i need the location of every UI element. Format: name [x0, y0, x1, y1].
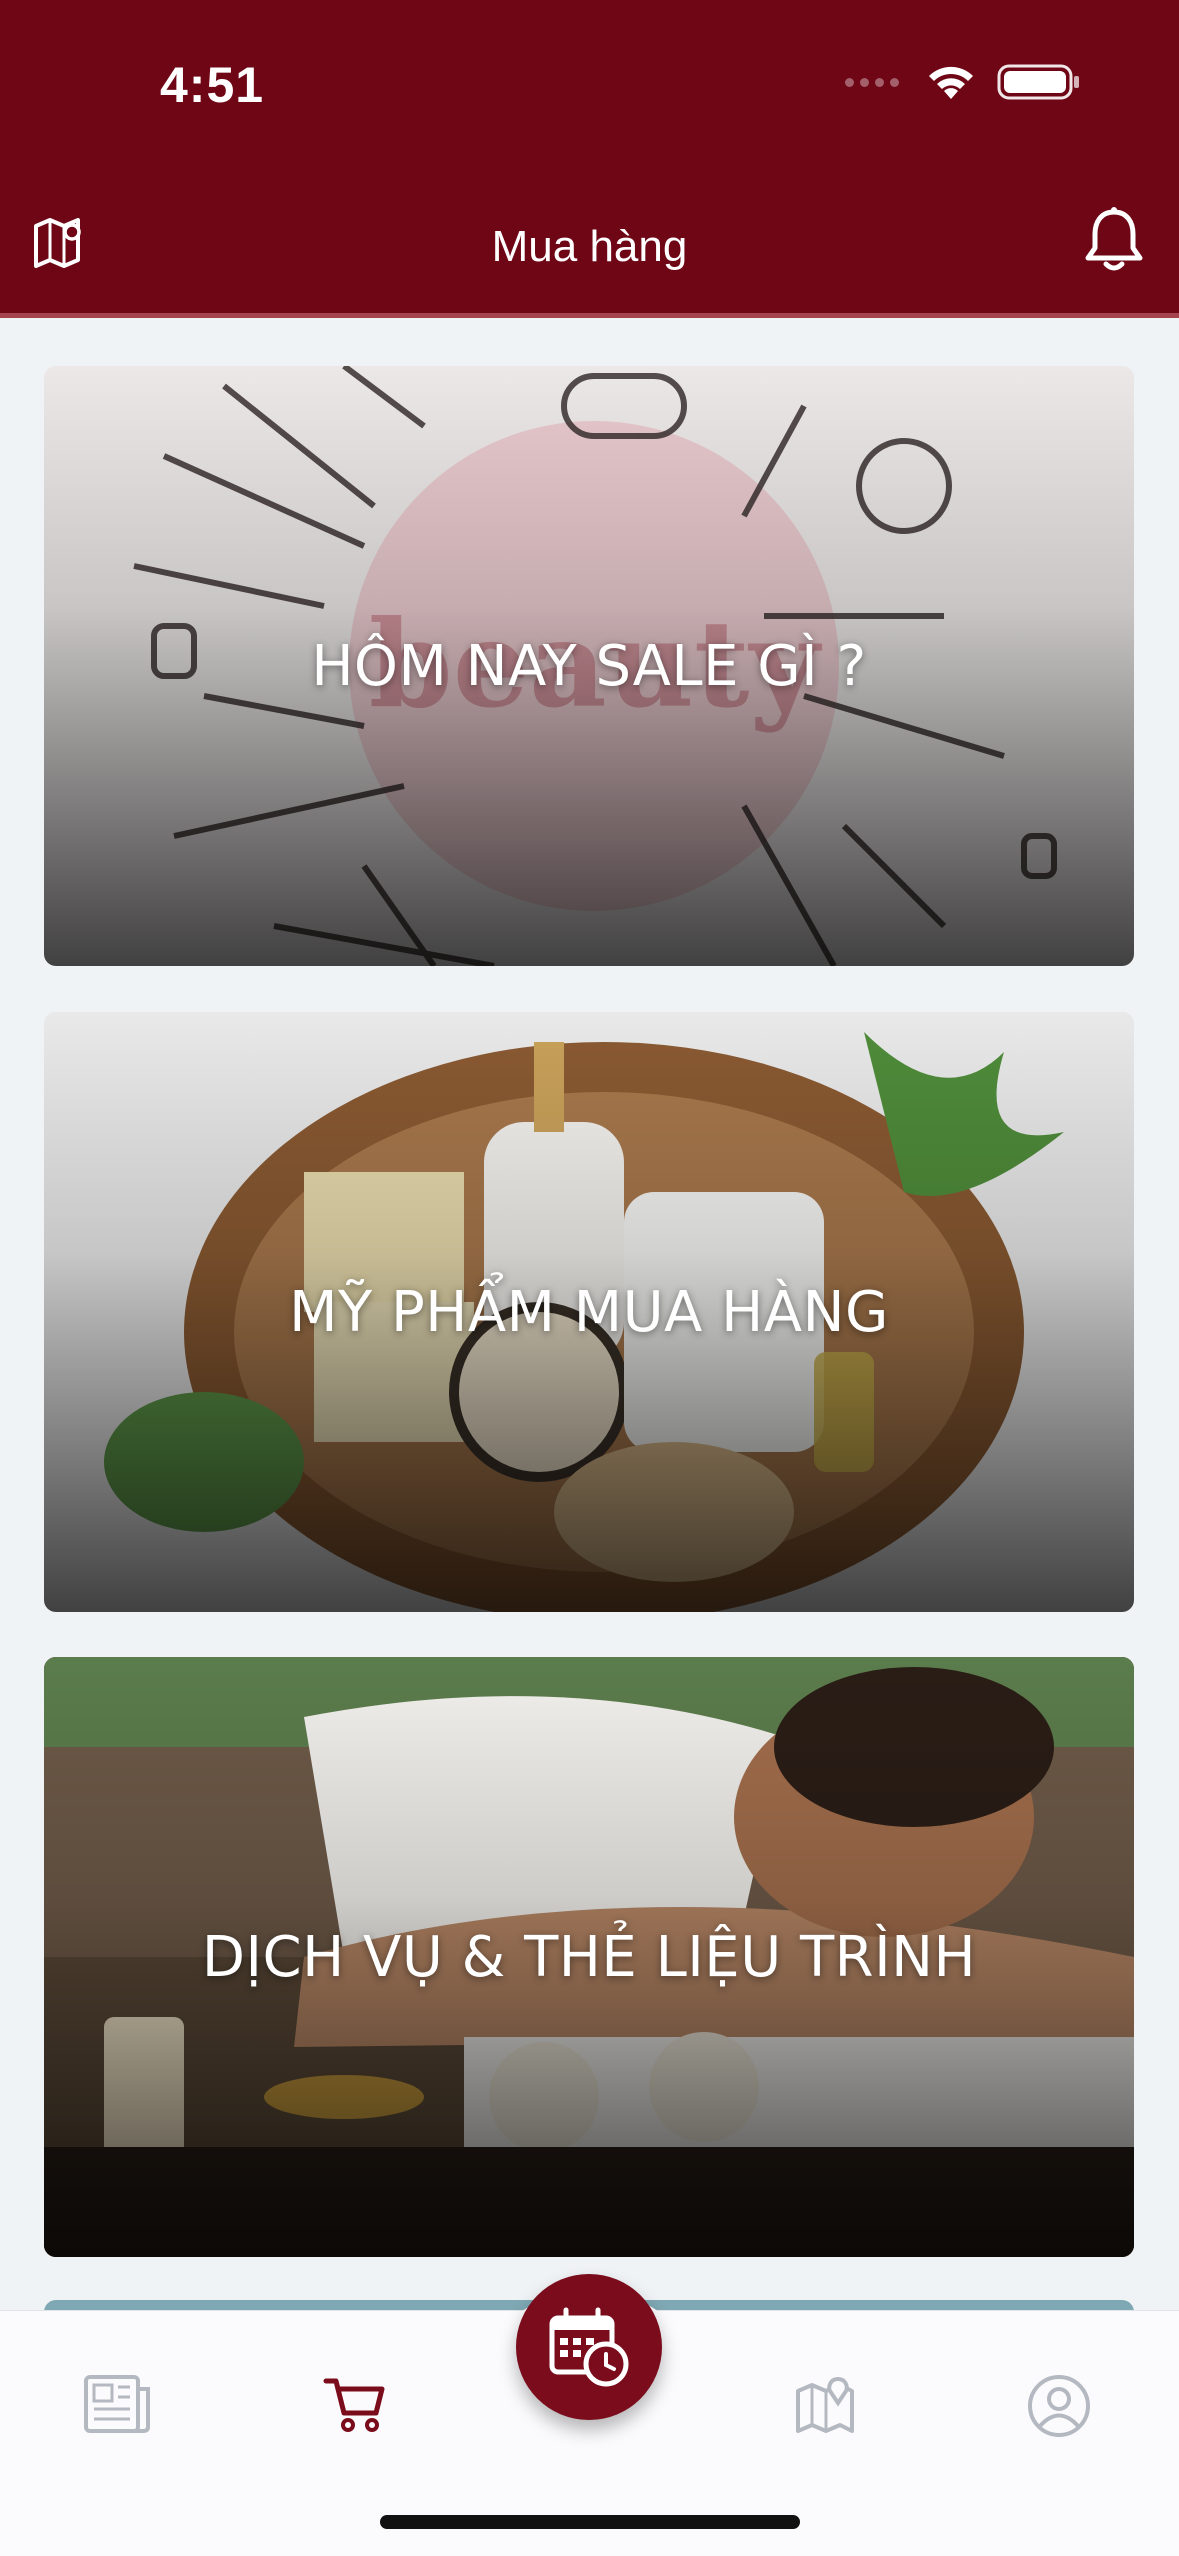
tab-cart[interactable] — [322, 2373, 388, 2440]
tab-map[interactable] — [792, 2373, 858, 2444]
services-treatment-card[interactable]: DỊCH VỤ & THẺ LIỆU TRÌNH — [44, 1657, 1134, 2257]
battery-icon — [997, 64, 1079, 100]
status-icons — [845, 62, 1081, 102]
newspaper-icon — [84, 2375, 150, 2433]
map-pin-icon — [796, 2376, 854, 2433]
page-title: Mua hàng — [491, 222, 688, 271]
card-title: HÔM NAY SALE GÌ ? — [311, 633, 867, 699]
booking-fab-button[interactable] — [516, 2274, 662, 2420]
status-time: 4:51 — [160, 57, 265, 113]
cosmetics-shop-card[interactable]: MỸ PHẨM MUA HÀNG — [44, 1012, 1134, 1612]
home-indicator — [380, 2515, 800, 2529]
calendar-clock-icon — [549, 2307, 629, 2387]
tab-profile[interactable] — [1026, 2373, 1092, 2444]
tab-news[interactable] — [82, 2373, 152, 2440]
wifi-icon — [929, 66, 973, 99]
sale-today-card[interactable]: beauty HÔM NAY SALE GÌ ? — [44, 366, 1134, 966]
card-title: MỸ PHẨM MUA HÀNG — [289, 1279, 889, 1345]
app-header: 4:51 Mua hàng — [0, 0, 1179, 318]
signal-dots-icon — [845, 77, 899, 87]
cart-icon — [323, 2378, 385, 2432]
notification-button[interactable] — [1081, 206, 1147, 281]
user-icon — [1028, 2375, 1090, 2437]
card-title: DỊCH VỤ & THẺ LIỆU TRÌNH — [201, 1924, 977, 1990]
bell-icon — [1085, 207, 1143, 271]
